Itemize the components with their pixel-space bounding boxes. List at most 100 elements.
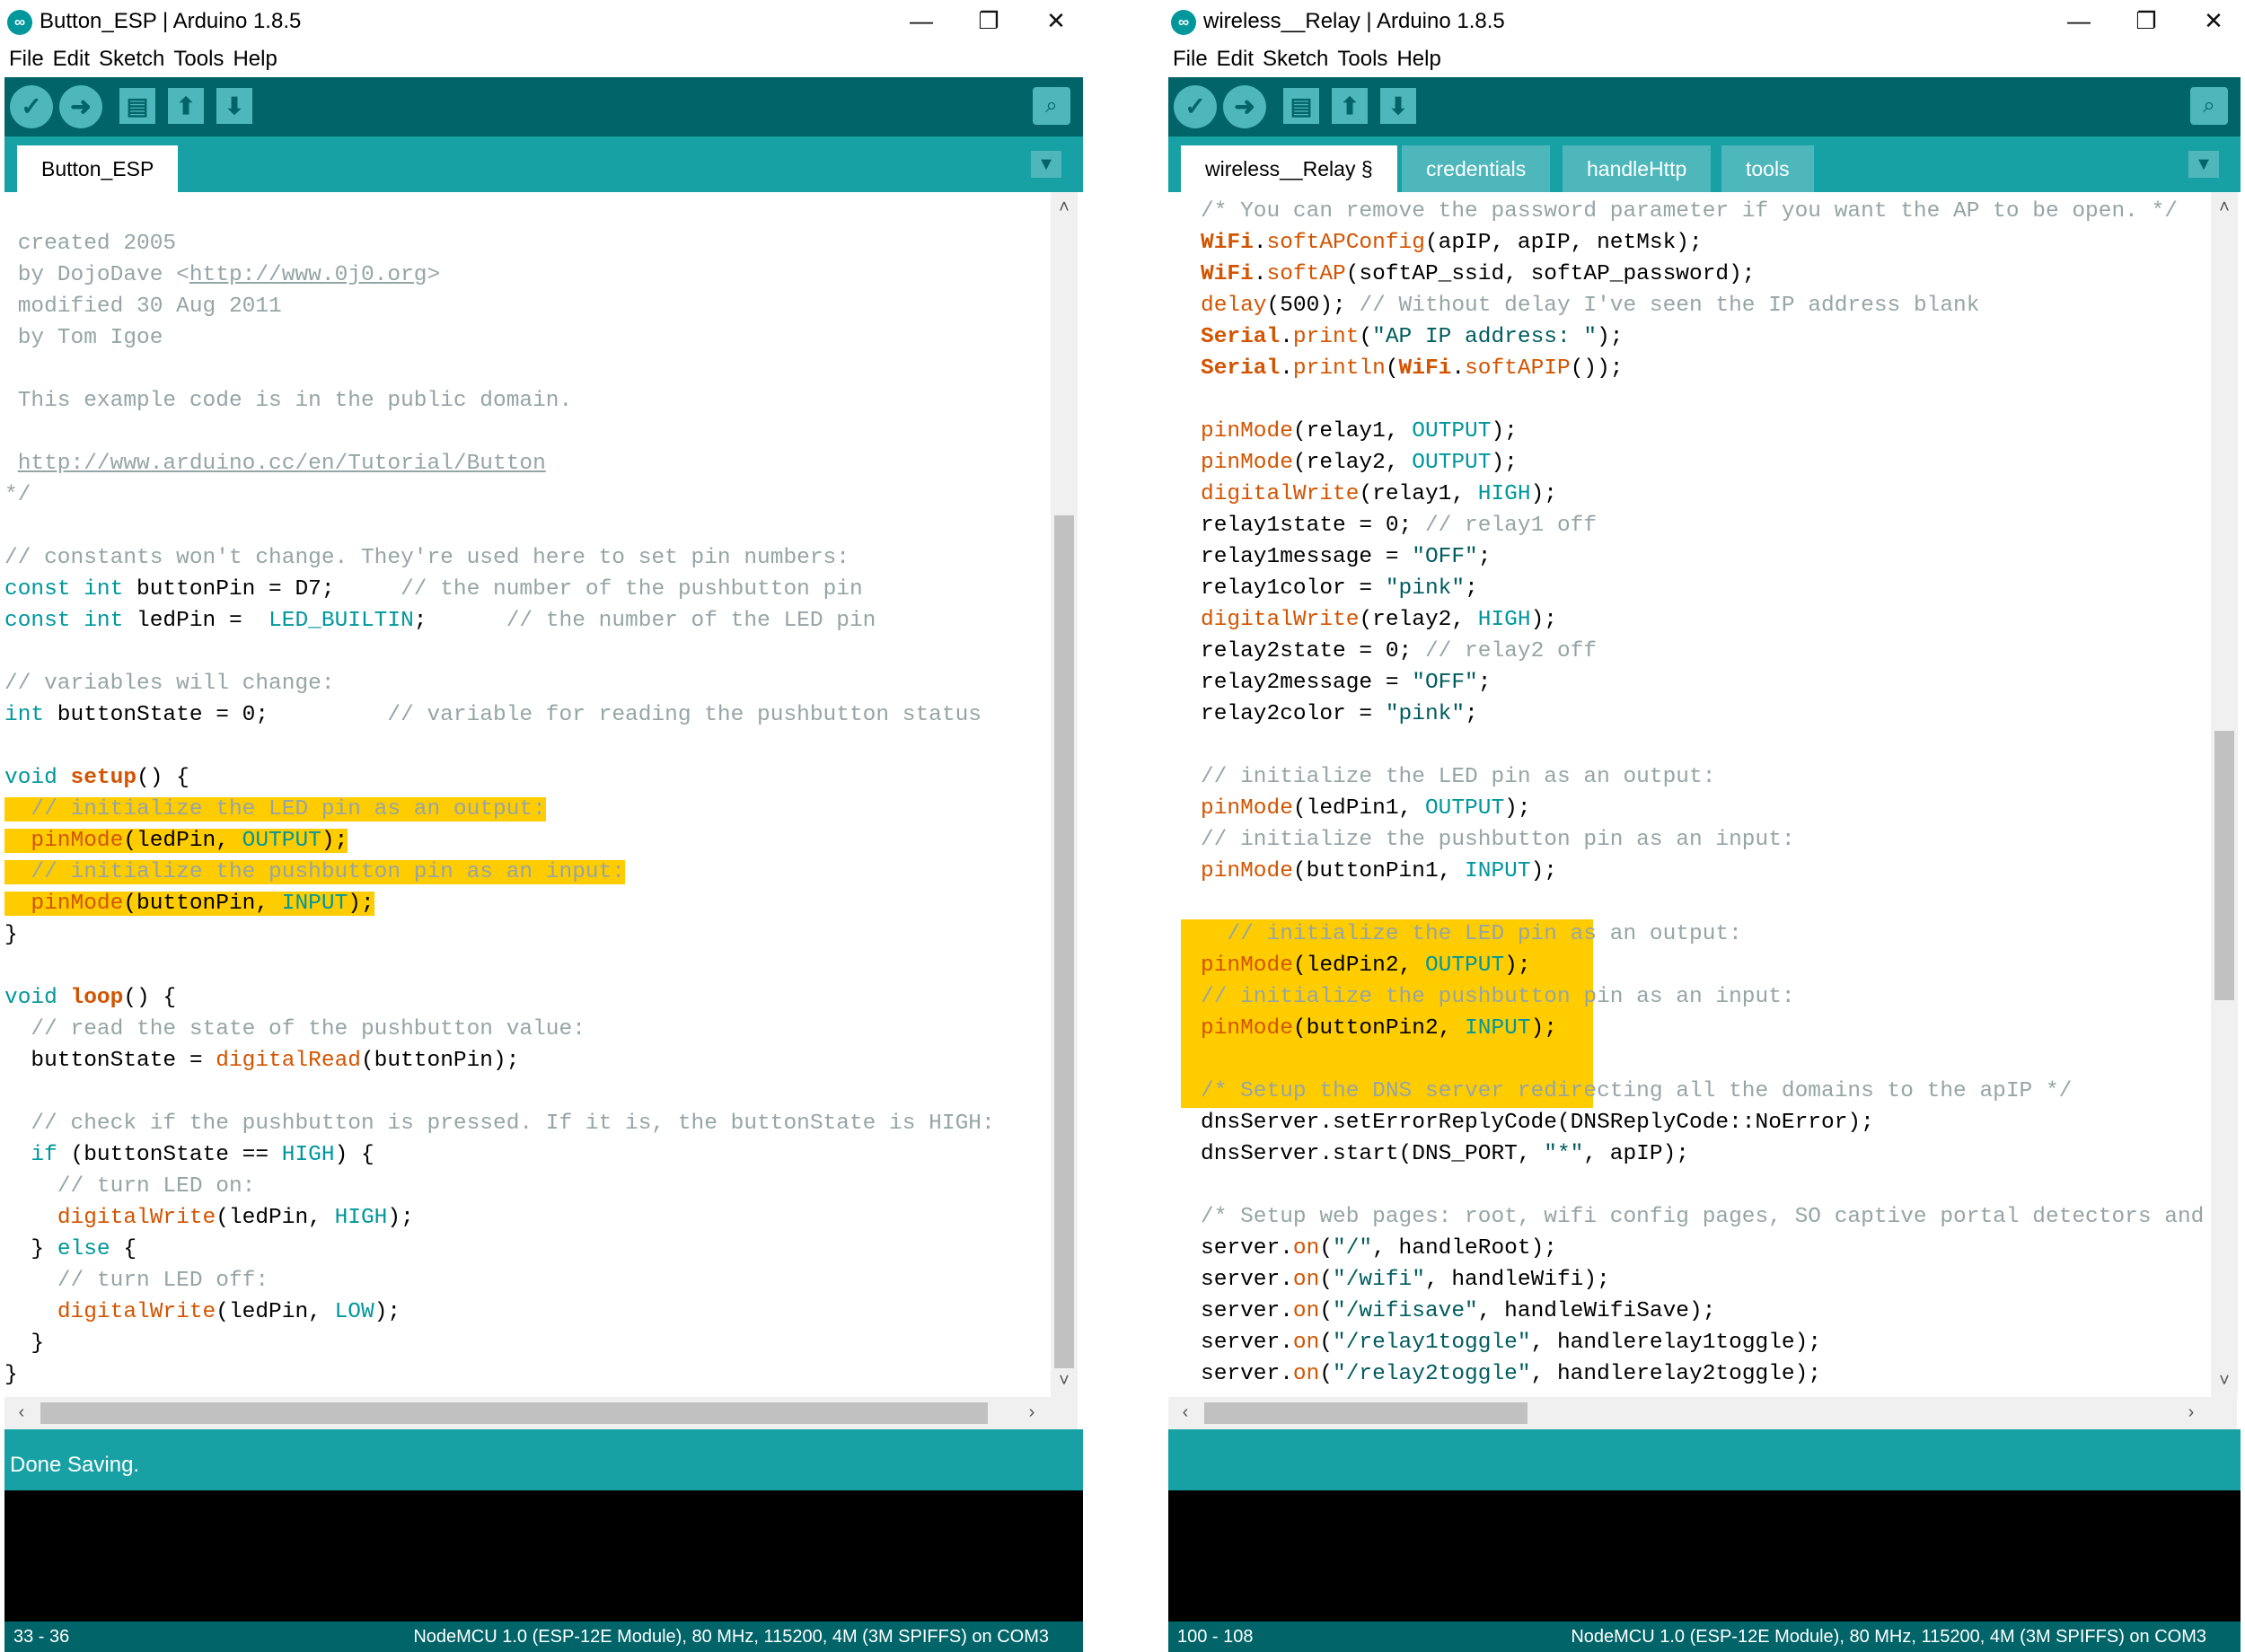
serial-monitor-icon[interactable]: ⌕ xyxy=(1033,87,1070,125)
code-line: WiFi.softAP(softAP_ssid, softAP_password… xyxy=(1201,259,2210,290)
code-line: if (buttonState == HIGH) { xyxy=(4,1139,995,1171)
scroll-left-icon[interactable]: ‹ xyxy=(1172,1402,1199,1423)
horizontal-scroll-thumb[interactable] xyxy=(40,1402,988,1424)
upload-icon[interactable]: ➜ xyxy=(59,85,102,128)
upload-icon[interactable]: ➜ xyxy=(1223,85,1266,128)
menu-file[interactable]: File xyxy=(9,44,44,75)
scroll-up-icon[interactable]: ˄ xyxy=(1051,198,1078,218)
code-line: digitalWrite(relay2, HIGH); xyxy=(1201,604,2210,636)
code-token: (ledPin2, xyxy=(1292,953,1425,978)
menu-edit[interactable]: Edit xyxy=(1217,44,1254,75)
vertical-scrollbar[interactable]: ˄ ˅ xyxy=(1051,192,1078,1397)
code-line: pinMode(ledPin1, OUTPUT); xyxy=(1201,793,2210,824)
code-token: , handleRoot); xyxy=(1372,1236,1557,1261)
vertical-scroll-thumb[interactable] xyxy=(2214,731,2234,1000)
save-icon[interactable]: ⬇ xyxy=(216,88,252,124)
new-icon[interactable]: ▤ xyxy=(119,88,155,124)
code-token: // relay2 off xyxy=(1424,639,1598,663)
menu-help[interactable]: Help xyxy=(233,44,277,75)
code-token: (ledPin, xyxy=(216,1206,335,1230)
code-token: WiFi xyxy=(1398,356,1452,381)
menu-help[interactable]: Help xyxy=(1396,44,1440,75)
menu-tools[interactable]: Tools xyxy=(173,44,224,75)
console-output[interactable] xyxy=(4,1490,1083,1621)
scroll-down-icon[interactable]: ˅ xyxy=(2211,1371,2238,1392)
close-icon[interactable]: ✕ xyxy=(1025,0,1087,41)
code-line: server.on("/wifisave", handleWifiSave); xyxy=(1201,1296,2210,1327)
code-token: . xyxy=(1253,262,1267,286)
code-token: /* Setup the DNS server redirecting all … xyxy=(1201,1079,2073,1103)
tab-handlehttp[interactable]: handleHttp xyxy=(1563,145,1712,192)
code-token: ( xyxy=(1319,1331,1334,1355)
horizontal-scrollbar[interactable]: ‹ › xyxy=(4,1397,1078,1429)
serial-monitor-icon[interactable]: ⌕ xyxy=(2190,87,2228,125)
scroll-right-icon[interactable]: › xyxy=(2178,1402,2205,1423)
code-token: // initialize the pushbutton pin as an i… xyxy=(4,860,626,884)
code-token: (relay2, xyxy=(1359,608,1478,632)
code-token: int xyxy=(84,609,124,633)
vertical-scroll-thumb[interactable] xyxy=(1054,515,1074,1368)
minimize-icon[interactable]: — xyxy=(890,0,953,41)
code-token: () { xyxy=(136,766,189,790)
code-token: ; xyxy=(1477,671,1492,695)
code-editor[interactable]: created 2005 by DojoDave <http://www.0j0… xyxy=(4,192,1051,1397)
code-token: , handleWifi); xyxy=(1424,1268,1610,1292)
code-token: , handlerelay1toggle); xyxy=(1530,1331,1822,1355)
code-token: buttonState = xyxy=(4,1049,216,1073)
tab-wireless-relay[interactable]: wireless__Relay § xyxy=(1181,145,1397,192)
footer-bar: 33 - 36 NodeMCU 1.0 (ESP-12E Module), 80… xyxy=(4,1621,1083,1652)
menu-sketch[interactable]: Sketch xyxy=(99,44,164,75)
vertical-scrollbar[interactable]: ˄ ˅ xyxy=(2211,192,2238,1397)
scroll-right-icon[interactable]: › xyxy=(1018,1402,1045,1423)
restore-icon[interactable]: ❐ xyxy=(2115,0,2178,41)
horizontal-scroll-thumb[interactable] xyxy=(1204,1402,1527,1424)
tab-credentials[interactable]: credentials xyxy=(1402,145,1551,192)
code-editor[interactable]: /* You can remove the password parameter… xyxy=(1168,192,2210,1397)
scroll-left-icon[interactable]: ‹ xyxy=(8,1402,35,1423)
code-line: by Tom Igoe xyxy=(4,322,995,354)
code-line: relay1state = 0; // relay1 off xyxy=(1201,510,2210,541)
scroll-down-icon[interactable]: ˅ xyxy=(1051,1371,1078,1392)
menu-edit[interactable]: Edit xyxy=(53,44,90,75)
console-output[interactable] xyxy=(1168,1490,2241,1621)
code-token: relay1state = 0; xyxy=(1201,514,1425,538)
code-token: "/wifi" xyxy=(1333,1268,1425,1292)
horizontal-scrollbar[interactable]: ‹ › xyxy=(1168,1397,2237,1429)
menu-file[interactable]: File xyxy=(1173,44,1208,75)
code-token: ); xyxy=(321,829,348,853)
verify-icon[interactable]: ✓ xyxy=(1174,85,1217,128)
tab-button-esp[interactable]: Button_ESP xyxy=(17,145,179,192)
code-token: . xyxy=(1280,356,1293,381)
code-line: server.on("/relay1toggle", handlerelay1t… xyxy=(1201,1327,2210,1358)
code-line: // initialize the LED pin as an output: xyxy=(1201,918,2210,950)
code-token: else xyxy=(57,1237,110,1261)
code-token: INPUT xyxy=(1465,1016,1531,1041)
code-line: dnsServer.setErrorReplyCode(DNSReplyCode… xyxy=(1201,1107,2210,1138)
open-icon[interactable]: ⬆ xyxy=(168,88,204,124)
tab-tools[interactable]: tools xyxy=(1721,145,1814,192)
tab-menu-chevron-down-icon[interactable]: ▼ xyxy=(2188,151,2219,178)
code-token: const xyxy=(4,609,71,633)
code-line: by DojoDave <http://www.0j0.org> xyxy=(4,259,995,291)
minimize-icon[interactable]: — xyxy=(2047,0,2110,41)
menu-bar: File Edit Sketch Tools Help xyxy=(0,44,1087,75)
restore-icon[interactable]: ❐ xyxy=(957,0,1020,41)
code-token: . xyxy=(1280,325,1293,349)
open-icon[interactable]: ⬆ xyxy=(1332,88,1368,124)
verify-icon[interactable]: ✓ xyxy=(10,85,53,128)
menu-tools[interactable]: Tools xyxy=(1337,44,1387,75)
code-token: on xyxy=(1292,1268,1320,1292)
code-token: // initialize the LED pin as an output: xyxy=(1201,922,1742,946)
scroll-up-icon[interactable]: ˄ xyxy=(2211,198,2238,218)
tab-menu-chevron-down-icon[interactable]: ▼ xyxy=(1031,151,1061,178)
close-icon[interactable]: ✕ xyxy=(2182,0,2245,41)
status-bar xyxy=(1168,1429,2241,1490)
save-icon[interactable]: ⬇ xyxy=(1380,88,1416,124)
menu-sketch[interactable]: Sketch xyxy=(1263,44,1328,75)
new-icon[interactable]: ▤ xyxy=(1283,88,1319,124)
